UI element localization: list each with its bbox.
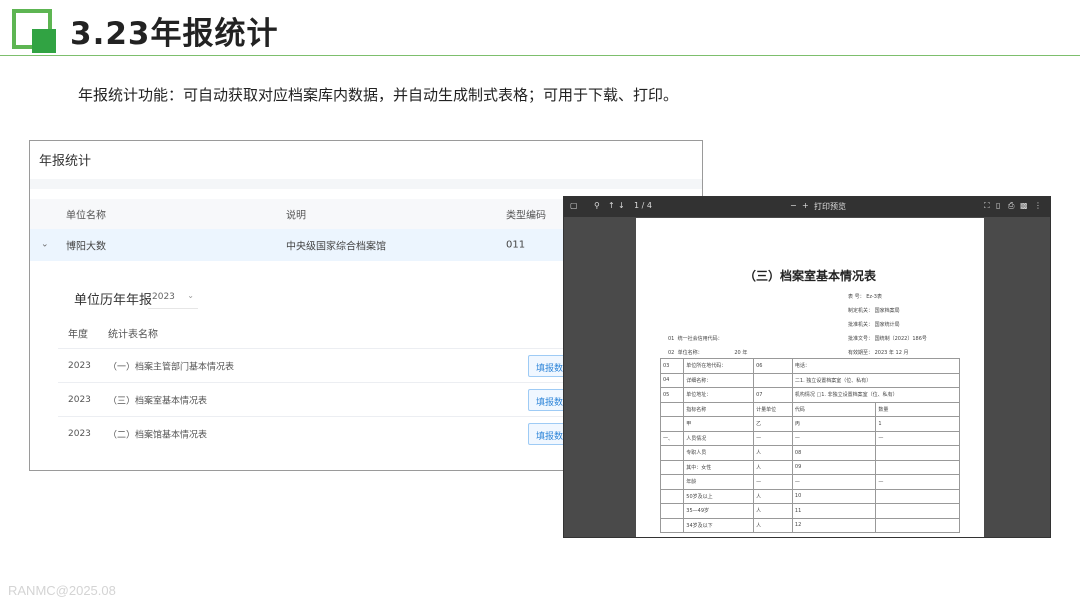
page-down-icon[interactable]: ↓ — [618, 201, 625, 210]
table-row: 50岁及以上人 10 — [659, 488, 960, 504]
slide-title: 3.23年报统计 — [70, 16, 279, 52]
document-title: （三）档案室基本情况表 — [743, 269, 876, 283]
footer-watermark: RANMC@2025.08 — [8, 583, 116, 598]
pdf-toolbar: ▢ ⚲ ↑ ↓ 1 / 4 − + 打印预览 ⛶ ▯ ⎙ ▩ ⋮ — [564, 197, 1050, 217]
table-row: 05 单位地址： 07 机构情况 □1. 非独立设置档案室（位、私有） — [659, 387, 961, 403]
table-name-cell: （三）档案室基本情况表 — [108, 396, 208, 406]
year-select-value: 2023 — [152, 292, 175, 302]
save-icon[interactable]: ▩ — [1020, 201, 1028, 210]
table-row: 年龄 — — — — [659, 474, 960, 490]
logo-mark — [12, 9, 56, 53]
table-row: 34岁及以下人 12 — [659, 517, 960, 533]
title-divider — [0, 55, 1080, 56]
search-icon[interactable]: ⚲ — [594, 201, 600, 210]
table-row: 35—49岁人 11 — [659, 503, 960, 519]
table-row: 甲乙丙1 — [659, 416, 960, 432]
print-icon[interactable]: ⎙ — [1008, 201, 1014, 211]
meta-line: 表 号： Ez-3表 — [848, 294, 882, 300]
zoom-out-icon[interactable]: − — [790, 201, 797, 210]
table-row: 专职人员人 08 — [659, 445, 960, 461]
page-indicator: 1 / 4 — [634, 201, 652, 210]
column-header-description: 说明 — [286, 210, 306, 222]
year-cell: 2023 — [68, 360, 91, 371]
table-row: 指标名称 计量单位 代码 数量 — [659, 401, 960, 417]
unit-name-cell: 博阳大数 — [66, 241, 106, 253]
column-header-unit-name: 单位名称 — [66, 210, 106, 222]
meta-line: 有效期至： 2023 年 12 月 — [848, 350, 909, 356]
year-cell: 2023 — [68, 394, 91, 405]
table-row: 一、 人员情况 — — — — [659, 430, 960, 446]
pdf-preview-screenshot: ▢ ⚲ ↑ ↓ 1 / 4 − + 打印预览 ⛶ ▯ ⎙ ▩ ⋮ （三）档案室基… — [563, 196, 1051, 538]
meta-line: 批准文号： 国统制〔2022〕186号 — [848, 336, 927, 342]
zoom-select[interactable]: 打印预览 — [814, 201, 846, 212]
year-cell: 2023 — [68, 428, 91, 439]
title-separator — [30, 179, 702, 189]
sidebar-toggle-icon[interactable]: ▢ — [570, 201, 578, 210]
page-up-icon[interactable]: ↑ — [608, 201, 615, 210]
table-name-cell: （二）档案馆基本情况表 — [108, 430, 208, 440]
fullscreen-icon[interactable]: ⛶ — [984, 201, 990, 211]
meta-line: 批准机关： 国家统计局 — [848, 322, 900, 328]
year-select[interactable]: 2023 ⌄ — [148, 287, 198, 309]
table-name-cell: （一）档案主管部门基本情况表 — [108, 362, 235, 372]
panel-title: 单位历年年报 — [74, 293, 153, 308]
column-header-table-name: 统计表名称 — [108, 329, 158, 341]
more-tools-icon[interactable]: ⋮ — [1034, 201, 1042, 210]
description-cell: 中央级国家综合档案馆 — [286, 241, 386, 253]
chevron-down-icon: ⌄ — [187, 291, 194, 300]
header-line: 01 统一社会信用代码： — [668, 336, 723, 342]
type-code-cell: 011 — [506, 239, 526, 251]
header-line: 02 单位名称： 20 年 — [668, 350, 748, 356]
column-header-type-code: 类型编码 — [506, 210, 546, 222]
slide-description: 年报统计功能：可自动获取对应档案库内数据，并自动生成制式表格；可用于下载、打印。 — [78, 86, 679, 104]
app-page-title: 年报统计 — [39, 154, 92, 169]
open-file-icon[interactable]: ▯ — [996, 201, 1000, 210]
table-row: 其中：女性人 09 — [659, 459, 960, 475]
chevron-down-icon[interactable]: ⌄ — [41, 240, 49, 250]
pdf-page: （三）档案室基本情况表 表 号： Ez-3表 制定机关： 国家档案局 批准机关：… — [636, 218, 984, 537]
column-header-year: 年度 — [68, 329, 88, 341]
zoom-in-icon[interactable]: + — [802, 201, 809, 210]
statistics-table: 03 单位所在地代码： 06 电话： 04 详细名称： 二1. 独立设置档案室（位、私有）… — [659, 358, 961, 533]
table-row: 04 详细名称： 二1. 独立设置档案室（位、私有） — [659, 372, 961, 388]
meta-line: 制定机关： 国家档案局 — [848, 308, 900, 314]
table-row: 03 单位所在地代码： 06 电话： — [659, 358, 961, 374]
